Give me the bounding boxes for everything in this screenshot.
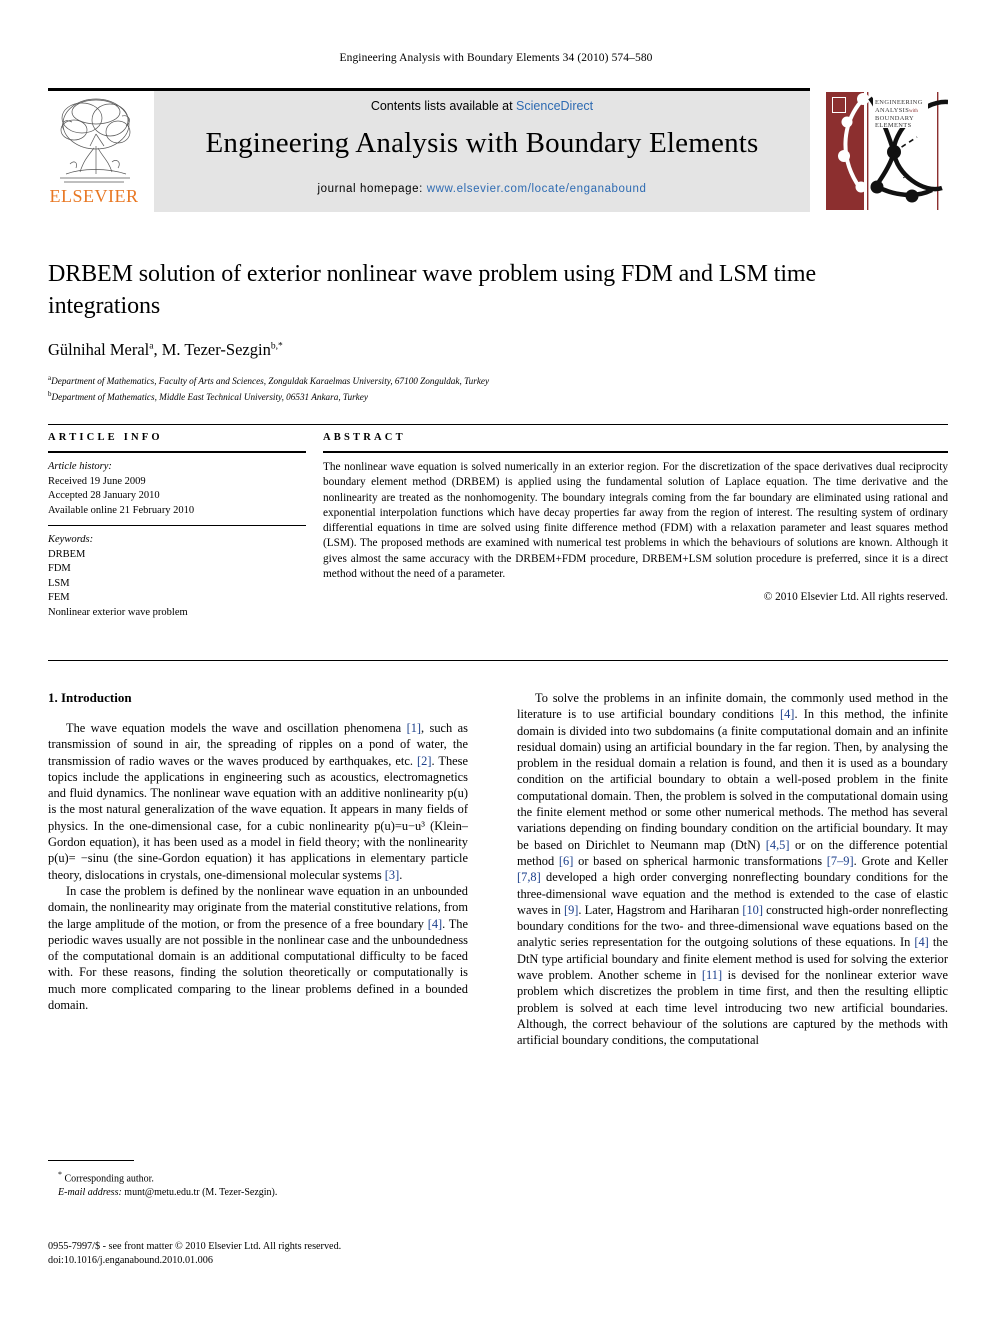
running-head: Engineering Analysis with Boundary Eleme… bbox=[339, 52, 653, 64]
citation-ref[interactable]: [3] bbox=[385, 868, 399, 882]
abstract-rule bbox=[323, 451, 948, 453]
abstract-heading: ABSTRACT bbox=[323, 432, 406, 443]
paragraph: In case the problem is defined by the no… bbox=[48, 883, 468, 1013]
journal-homepage-line: journal homepage: www.elsevier.com/locat… bbox=[154, 183, 810, 195]
citation-ref[interactable]: [6] bbox=[559, 854, 573, 868]
article-history-online: Available online 21 February 2010 bbox=[48, 504, 195, 516]
contents-prefix: Contents lists available at bbox=[370, 99, 517, 113]
citation-ref[interactable]: [7,8] bbox=[517, 870, 541, 884]
affiliation-a: aDepartment of Mathematics, Faculty of A… bbox=[48, 372, 848, 388]
citation-ref[interactable]: [1] bbox=[407, 721, 421, 735]
corresponding-author-text: Corresponding author. bbox=[64, 1173, 154, 1185]
info-section-top-rule bbox=[48, 424, 948, 425]
body-top-rule bbox=[48, 660, 948, 661]
body-column-left: 1. Introduction The wave equation models… bbox=[48, 690, 468, 1013]
keyword-item: DRBEM bbox=[48, 548, 86, 560]
citation-ref[interactable]: [2] bbox=[417, 754, 431, 768]
citation-ref[interactable]: [4,5] bbox=[766, 838, 790, 852]
keyword-item: LSM bbox=[48, 577, 70, 589]
citation-ref[interactable]: [9] bbox=[564, 903, 578, 917]
svg-text:BOUNDARY: BOUNDARY bbox=[875, 115, 914, 122]
paragraph: To solve the problems in an infinite dom… bbox=[517, 691, 949, 1048]
email-note: E-mail address: munt@metu.edu.tr (M. Tez… bbox=[48, 1186, 478, 1200]
article-info-heading: ARTICLE INFO bbox=[48, 432, 163, 443]
elsevier-logo: ELSEVIER bbox=[48, 94, 140, 212]
homepage-prefix: journal homepage: bbox=[317, 183, 427, 195]
paper-page: Engineering Analysis with Boundary Eleme… bbox=[0, 0, 992, 1323]
citation-ref[interactable]: [4] bbox=[914, 935, 928, 949]
footnote-block: * Corresponding author. E-mail address: … bbox=[48, 1168, 478, 1199]
keyword-item: FEM bbox=[48, 592, 70, 603]
contents-available-line: Contents lists available at ScienceDirec… bbox=[154, 99, 810, 113]
svg-text:with: with bbox=[909, 109, 918, 114]
author-separator: , bbox=[153, 340, 162, 359]
svg-text:ANALYSIS: ANALYSIS bbox=[875, 107, 909, 114]
journal-band: Contents lists available at ScienceDirec… bbox=[154, 91, 810, 212]
author-1-name: Gülnihal Meral bbox=[48, 340, 150, 359]
body-column-right: To solve the problems in an infinite dom… bbox=[517, 690, 948, 1049]
corresponding-author-note: * Corresponding author. bbox=[48, 1168, 478, 1186]
abstract-column: ABSTRACT The nonlinear wave equation is … bbox=[323, 432, 948, 603]
citation-ref[interactable]: [7–9] bbox=[827, 854, 854, 868]
email-address[interactable]: munt@metu.edu.tr (M. Tezer-Sezgin). bbox=[124, 1187, 277, 1198]
elsevier-tree-icon bbox=[52, 94, 136, 186]
journal-masthead: ELSEVIER Contents lists available at Sci… bbox=[48, 88, 948, 214]
imprint-block: 0955-7997/$ - see front matter © 2010 El… bbox=[48, 1240, 488, 1268]
sciencedirect-link[interactable]: ScienceDirect bbox=[516, 99, 593, 113]
author-2-name: M. Tezer-Sezgin bbox=[161, 340, 271, 359]
article-history-label: Article history: bbox=[48, 461, 112, 472]
affiliation-b: bDepartment of Mathematics, Middle East … bbox=[48, 388, 848, 404]
tree-drawing-svg bbox=[60, 98, 131, 183]
affiliation-b-text: Department of Mathematics, Middle East T… bbox=[51, 391, 368, 402]
journal-homepage-link[interactable]: www.elsevier.com/locate/enganabound bbox=[427, 183, 647, 195]
keyword-item: FDM bbox=[48, 563, 71, 574]
page-title: DRBEM solution of exterior nonlinear wav… bbox=[48, 261, 817, 319]
citation-ref[interactable]: [4] bbox=[428, 917, 442, 931]
keyword-item: Nonlinear exterior wave problem bbox=[48, 606, 188, 618]
article-info-column: ARTICLE INFO Article history: Received 1… bbox=[48, 432, 306, 620]
article-info-rule bbox=[48, 451, 306, 453]
email-label: E-mail address: bbox=[58, 1186, 122, 1198]
abstract-text: The nonlinear wave equation is solved nu… bbox=[323, 461, 948, 581]
journal-title: Engineering Analysis with Boundary Eleme… bbox=[205, 127, 759, 159]
author-list: Gülnihal Merala, M. Tezer-Sezginb,* bbox=[48, 340, 848, 360]
paragraph: The wave equation models the wave and os… bbox=[48, 721, 468, 882]
article-history-received: Received 19 June 2009 bbox=[48, 475, 146, 487]
author-2-affiliation-marker: b,* bbox=[270, 341, 283, 352]
abstract-copyright: © 2010 Elsevier Ltd. All rights reserved… bbox=[763, 591, 948, 604]
keywords-divider-rule bbox=[48, 525, 306, 526]
citation-ref[interactable]: [4] bbox=[780, 707, 794, 721]
citation-ref[interactable]: [10] bbox=[742, 903, 763, 917]
svg-text:ENGINEERING: ENGINEERING bbox=[875, 99, 923, 106]
corresponding-author-marker: * bbox=[58, 1170, 62, 1179]
imprint-issn-line: 0955-7997/$ - see front matter © 2010 El… bbox=[48, 1241, 342, 1252]
journal-cover-art-svg: ENGINEERING ANALYSIS with BOUNDARY ELEME… bbox=[826, 92, 948, 210]
affiliation-a-text: Department of Mathematics, Faculty of Ar… bbox=[51, 376, 490, 387]
citation-ref[interactable]: [11] bbox=[702, 968, 722, 982]
affiliation-list: aDepartment of Mathematics, Faculty of A… bbox=[48, 372, 848, 403]
section-heading-introduction: 1. Introduction bbox=[48, 690, 132, 705]
imprint-doi-line[interactable]: doi:10.1016/j.enganabound.2010.01.006 bbox=[48, 1254, 488, 1268]
svg-text:ELEMENTS: ELEMENTS bbox=[875, 122, 912, 129]
keywords-label: Keywords: bbox=[48, 534, 94, 545]
elsevier-wordmark: ELSEVIER bbox=[49, 186, 139, 206]
footnote-separator-rule bbox=[48, 1160, 134, 1161]
title-block: DRBEM solution of exterior nonlinear wav… bbox=[48, 258, 848, 403]
article-history-accepted: Accepted 28 January 2010 bbox=[48, 490, 160, 501]
journal-cover-thumbnail: ENGINEERING ANALYSIS with BOUNDARY ELEME… bbox=[820, 90, 948, 212]
